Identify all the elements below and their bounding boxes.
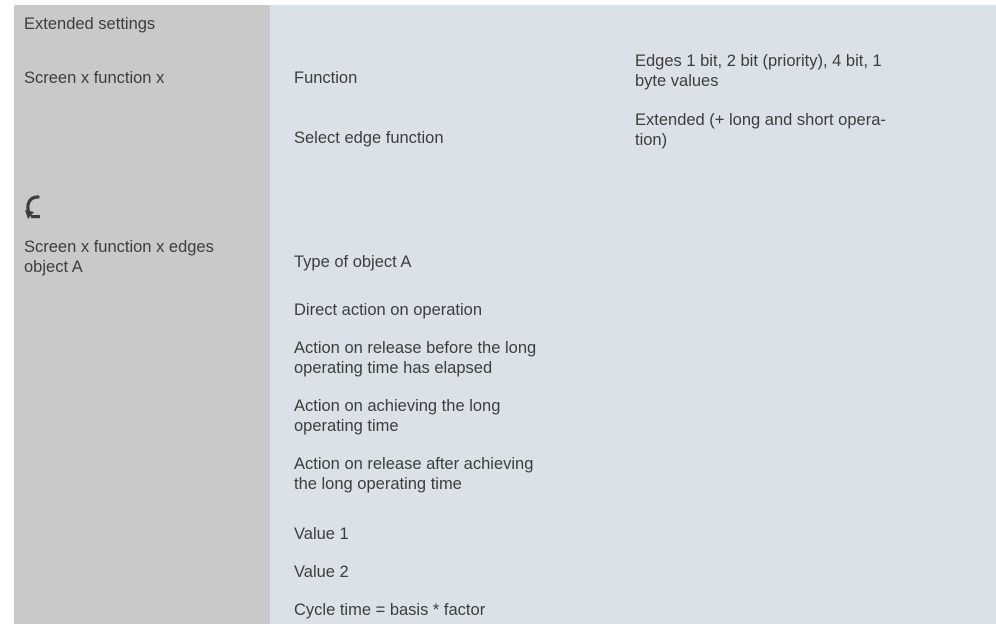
parameter-select-edge-function: Select edge function <box>294 129 444 147</box>
parameter-line: operating time <box>294 417 399 435</box>
parameter-line: Action on release before the long <box>294 339 537 357</box>
group-label-edges-object-a: Screen x function x edges object A <box>24 237 266 277</box>
parameter-line: Direct action on operation <box>294 301 483 319</box>
parameter-line: Action on release after achieving <box>294 455 534 473</box>
value-line: Extended (+ long and short opera- <box>635 111 886 129</box>
value-function: Edges 1 bit, 2 bit (priority), 4 bit, 1 … <box>635 51 980 91</box>
value-line: Edges 1 bit, 2 bit (priority), 4 bit, 1 <box>635 52 882 70</box>
left-column <box>14 5 270 624</box>
parameter-direct-action: Direct action on operation <box>294 300 624 320</box>
label-line: object A <box>24 258 83 276</box>
parameter-line: Value 2 <box>294 563 349 581</box>
parameter-line: the long operating time <box>294 475 462 493</box>
value-select-edge-function: Extended (+ long and short opera- tion) <box>635 110 980 150</box>
settings-table: Extended settings Screen x function x Fu… <box>14 5 996 624</box>
parameter-function: Function <box>294 69 358 87</box>
curved-arrow-down-icon <box>25 195 40 219</box>
parameter-action-release-after: Action on release after achieving the lo… <box>294 454 624 494</box>
value-line: tion) <box>635 131 668 149</box>
parameter-line: Type of object A <box>294 253 412 271</box>
section-title: Extended settings <box>24 15 156 33</box>
parameter-line: operating time has elapsed <box>294 359 493 377</box>
parameter-type-of-object-a: Type of object A <box>294 252 624 272</box>
parameter-cycle-time: Cycle time = basis * factor <box>294 600 624 620</box>
parameter-action-achieving-long: Action on achieving the long operating t… <box>294 396 624 436</box>
parameter-line: Cycle time = basis * factor <box>294 601 486 619</box>
parameter-line: Action on achieving the long <box>294 397 501 415</box>
label-line: Screen x function x edges <box>24 238 214 256</box>
parameter-value-2: Value 2 <box>294 562 624 582</box>
value-line: byte values <box>635 72 719 90</box>
group-label-screen-function: Screen x function x <box>24 69 165 87</box>
parameter-action-release-before: Action on release before the long operat… <box>294 338 624 378</box>
parameter-value-1: Value 1 <box>294 524 624 544</box>
parameter-line: Value 1 <box>294 525 349 543</box>
